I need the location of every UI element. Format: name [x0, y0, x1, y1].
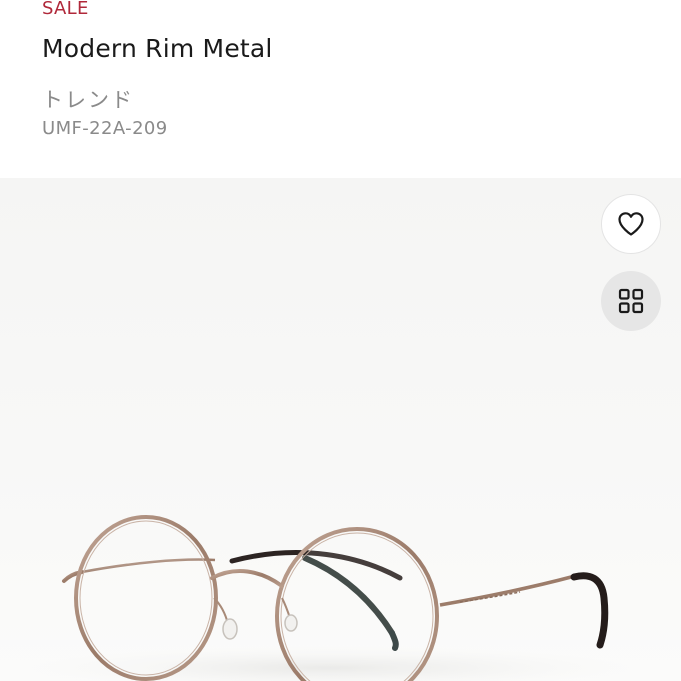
gallery-button[interactable]	[601, 271, 661, 331]
favorite-button[interactable]	[601, 194, 661, 254]
product-category: トレンド	[42, 88, 134, 112]
product-info: SALE Modern Rim Metal トレンド UMF-22A-209	[0, 0, 681, 178]
grid-icon	[618, 288, 644, 314]
product-title: Modern Rim Metal	[42, 34, 273, 63]
eyeglasses-image	[30, 515, 630, 681]
product-page: SALE Modern Rim Metal トレンド UMF-22A-209	[0, 0, 681, 681]
product-image[interactable]	[0, 178, 681, 681]
sale-badge: SALE	[42, 0, 89, 19]
product-sku: UMF-22A-209	[42, 118, 168, 139]
heart-icon	[618, 212, 644, 236]
